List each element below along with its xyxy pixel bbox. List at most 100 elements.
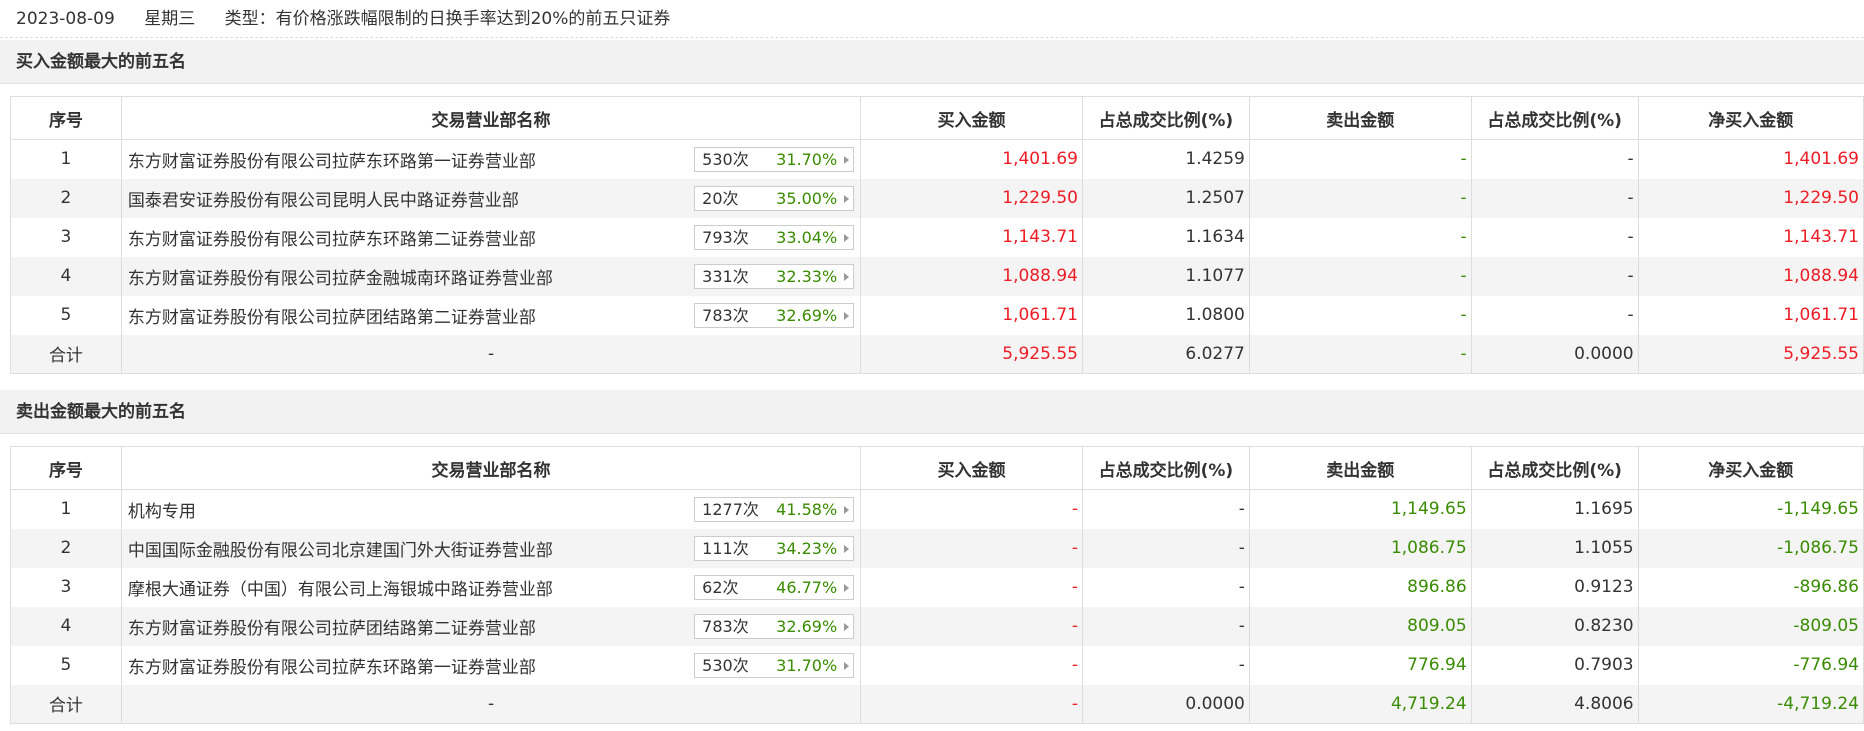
buy-amount: 1,143.71	[860, 217, 1083, 257]
col-sell-amount: 卖出金额	[1248, 446, 1472, 490]
table-row: 3 摩根大通证券（中国）有限公司上海银城中路证券营业部 62次 46.77% -…	[10, 567, 1864, 607]
sell-ratio: -	[1470, 139, 1639, 179]
row-index: 1	[10, 489, 122, 529]
row-index: 2	[10, 528, 122, 568]
success-rate: 32.33%	[776, 266, 838, 286]
net-amount: 1,088.94	[1637, 256, 1864, 296]
success-rate: 35.00%	[776, 188, 838, 208]
branch-stats-button[interactable]: 783次 32.69%	[694, 302, 855, 328]
total-label: 合计	[10, 684, 122, 724]
sell-ratio: 1.1055	[1470, 528, 1639, 568]
total-sell-ratio: 0.0000	[1470, 334, 1639, 374]
buy-amount: -	[860, 645, 1083, 685]
buy-amount: -	[860, 528, 1083, 568]
success-rate: 31.70%	[776, 655, 838, 675]
total-branch: -	[120, 334, 862, 374]
total-buy-amount: 5,925.55	[860, 334, 1083, 374]
row-index: 5	[10, 645, 122, 685]
appearance-count: 111次	[702, 538, 749, 558]
sell-amount: -	[1248, 178, 1472, 218]
branch-stats-button[interactable]: 530次 31.70%	[694, 652, 855, 678]
branch-stats-button[interactable]: 331次 32.33%	[694, 263, 855, 289]
sell-ratio: -	[1470, 217, 1639, 257]
total-label: 合计	[10, 334, 122, 374]
row-index: 5	[10, 295, 122, 335]
list-type: 类型：有价格涨跌幅限制的日换手率达到20%的前五只证券	[224, 9, 671, 29]
col-index: 序号	[10, 446, 122, 490]
expand-arrow-icon	[844, 156, 850, 164]
net-amount: 1,143.71	[1637, 217, 1864, 257]
sell-ratio: 0.7903	[1470, 645, 1639, 685]
net-amount: -1,086.75	[1637, 528, 1864, 568]
sell-amount: -	[1248, 217, 1472, 257]
sell-ratio: -	[1470, 256, 1639, 296]
branch-name: 东方财富证券股份有限公司拉萨团结路第二证券营业部	[127, 307, 536, 328]
appearance-count: 530次	[702, 655, 749, 675]
branch-stats-button[interactable]: 530次 31.70%	[694, 147, 855, 172]
branch-name: 摩根大通证券（中国）有限公司上海银城中路证券营业部	[127, 579, 553, 600]
trade-weekday: 星期三	[144, 9, 196, 29]
header-bar: 2023-08-09 星期三 类型：有价格涨跌幅限制的日换手率达到20%的前五只…	[0, 0, 1864, 38]
table-header-row: 序号 交易营业部名称 买入金额 占总成交比例(%) 卖出金额 占总成交比例(%)…	[10, 446, 1864, 490]
buy-ratio: 1.1634	[1081, 217, 1250, 257]
sell-amount: -	[1248, 256, 1472, 296]
buy-amount: 1,088.94	[860, 256, 1083, 296]
success-rate: 31.70%	[776, 150, 838, 169]
total-branch: -	[120, 684, 862, 724]
sell-section-title: 卖出金额最大的前五名	[0, 390, 1864, 434]
buy-section-title: 买入金额最大的前五名	[0, 40, 1864, 84]
sell-amount: 809.05	[1248, 606, 1472, 646]
sell-amount: -	[1248, 139, 1472, 179]
row-index: 3	[10, 567, 122, 607]
table-header-row: 序号 交易营业部名称 买入金额 占总成交比例(%) 卖出金额 占总成交比例(%)…	[10, 96, 1864, 140]
col-sell-amount: 卖出金额	[1248, 96, 1472, 140]
total-sell-ratio: 4.8006	[1470, 684, 1639, 724]
total-net-amount: -4,719.24	[1637, 684, 1864, 724]
branch-stats-button[interactable]: 111次 34.23%	[694, 535, 855, 561]
row-index: 4	[10, 256, 122, 296]
buy-amount: -	[860, 489, 1083, 529]
buy-amount: -	[860, 606, 1083, 646]
trade-date: 2023-08-09	[16, 9, 115, 29]
expand-arrow-icon	[844, 311, 850, 320]
sell-ratio: -	[1470, 178, 1639, 218]
branch-stats-button[interactable]: 783次 32.69%	[694, 613, 855, 639]
total-buy-ratio: 0.0000	[1081, 684, 1250, 724]
branch-cell: 摩根大通证券（中国）有限公司上海银城中路证券营业部 62次 46.77%	[120, 567, 862, 607]
branch-name: 国泰君安证券股份有限公司昆明人民中路证券营业部	[127, 190, 519, 211]
net-amount: 1,061.71	[1637, 295, 1864, 335]
branch-name: 机构专用	[127, 501, 196, 522]
buy-ratio: 1.1077	[1081, 256, 1250, 296]
branch-stats-button[interactable]: 62次 46.77%	[694, 574, 855, 600]
appearance-count: 783次	[702, 616, 749, 636]
buy-ratio: 1.2507	[1081, 178, 1250, 218]
expand-arrow-icon	[844, 583, 850, 592]
appearance-count: 783次	[702, 305, 749, 325]
col-buy-amount: 买入金额	[860, 96, 1083, 140]
table-row: 2 国泰君安证券股份有限公司昆明人民中路证券营业部 20次 35.00% 1,2…	[10, 178, 1864, 218]
success-rate: 32.69%	[776, 616, 838, 636]
branch-stats-button[interactable]: 793次 33.04%	[694, 224, 855, 250]
table-row: 2 中国国际金融股份有限公司北京建国门外大街证券营业部 111次 34.23% …	[10, 528, 1864, 568]
sell-ratio: 0.8230	[1470, 606, 1639, 646]
table-row: 4 东方财富证券股份有限公司拉萨团结路第二证券营业部 783次 32.69% -…	[10, 606, 1864, 646]
buy-amount: -	[860, 567, 1083, 607]
col-index: 序号	[10, 96, 122, 140]
col-buy-ratio: 占总成交比例(%)	[1081, 96, 1250, 140]
branch-name: 东方财富证券股份有限公司拉萨东环路第一证券营业部	[127, 657, 536, 678]
sell-amount: 1,149.65	[1248, 489, 1472, 529]
branch-name: 东方财富证券股份有限公司拉萨东环路第二证券营业部	[127, 229, 536, 250]
buy-ratio: -	[1081, 489, 1250, 529]
branch-cell: 东方财富证券股份有限公司拉萨东环路第一证券营业部 530次 31.70%	[120, 139, 862, 179]
row-index: 3	[10, 217, 122, 257]
branch-stats-button[interactable]: 20次 35.00%	[694, 185, 855, 211]
success-rate: 33.04%	[776, 227, 838, 247]
row-index: 1	[10, 139, 122, 179]
branch-stats-button[interactable]: 1277次 41.58%	[694, 497, 855, 522]
sell-amount: -	[1248, 295, 1472, 335]
sell-ratio: -	[1470, 295, 1639, 335]
branch-cell: 东方财富证券股份有限公司拉萨东环路第一证券营业部 530次 31.70%	[120, 645, 862, 685]
expand-arrow-icon	[844, 544, 850, 553]
col-buy-amount: 买入金额	[860, 446, 1083, 490]
success-rate: 32.69%	[776, 305, 838, 325]
